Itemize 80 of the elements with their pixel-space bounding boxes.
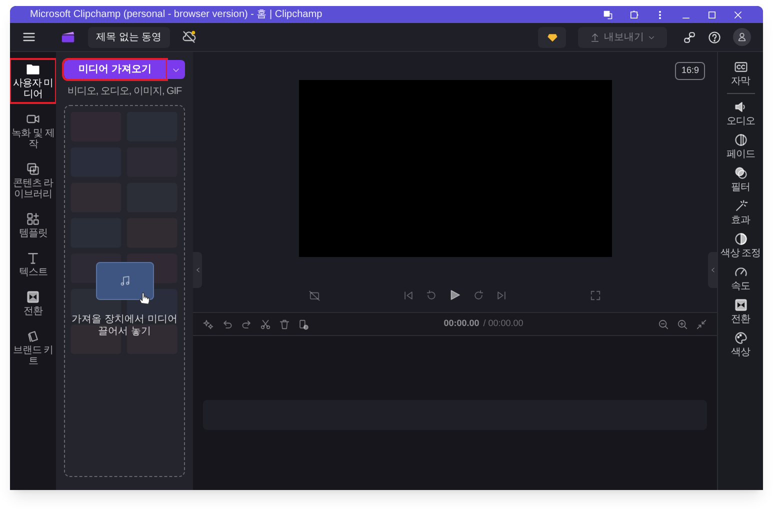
music-note-icon [118, 275, 130, 287]
folder-icon [26, 62, 40, 76]
property-tab[interactable]: 전환 [718, 298, 762, 325]
undo-icon[interactable] [222, 318, 233, 330]
media-library-icon [26, 162, 40, 176]
menu-icon[interactable] [22, 30, 36, 44]
property-tab[interactable]: 자막 [718, 60, 762, 87]
play-icon[interactable] [449, 289, 461, 301]
speaker-icon [734, 100, 748, 114]
zoom-in-icon[interactable] [677, 318, 688, 330]
chevron-left-icon [194, 267, 200, 273]
nav-item[interactable]: 녹화 및 제작 [11, 110, 55, 152]
transition-icon [734, 298, 748, 312]
gem-icon [546, 32, 558, 42]
nav-item[interactable]: 브랜드 키트 [11, 327, 55, 369]
premium-button[interactable] [538, 26, 566, 48]
current-time: 00:00.00 [444, 317, 480, 330]
add-clip-icon[interactable] [298, 318, 309, 330]
nav-item[interactable]: 콘텐츠 라이브러리 [11, 160, 55, 202]
translate-icon[interactable] [603, 10, 613, 20]
person-icon [737, 32, 747, 42]
drop-zone[interactable]: 가져올 장치에서 미디어 끌어서 놓기 [64, 105, 185, 477]
window-title: Microsoft Clipchamp (personal - browser version) - 홈 | Clipchamp [30, 8, 322, 22]
fullscreen-icon[interactable] [590, 290, 601, 300]
export-button[interactable]: 내보내기 [578, 26, 667, 48]
palette-icon [734, 331, 748, 345]
video-camera-icon [26, 112, 40, 126]
property-tab[interactable]: 오디오 [718, 100, 762, 127]
scissors-icon[interactable] [260, 318, 271, 330]
brand-kit-icon [26, 329, 40, 343]
sparkle-icon[interactable] [203, 318, 214, 330]
collapse-handle[interactable] [193, 252, 202, 288]
fade-icon [734, 133, 748, 147]
chevron-down-icon [648, 34, 655, 40]
transition-icon [26, 290, 40, 304]
property-tab[interactable]: 페이드 [718, 133, 762, 160]
skip-back-icon[interactable] [403, 290, 414, 300]
rewind-icon[interactable] [426, 290, 437, 300]
contrast-icon [734, 232, 748, 246]
total-time: / 00:00.00 [483, 317, 524, 330]
captions-icon [734, 60, 748, 74]
close-icon[interactable] [733, 10, 743, 20]
extension-icon[interactable] [629, 10, 639, 20]
clapperboard-icon [60, 30, 76, 44]
template-grid-icon [26, 212, 40, 226]
text-icon [26, 251, 40, 265]
help-icon[interactable] [708, 30, 721, 44]
chevron-left-icon [710, 267, 716, 273]
property-tab[interactable]: 색상 [718, 331, 762, 358]
expand-handle[interactable] [708, 252, 717, 288]
supported-formats: 비디오, 오디오, 이미지, GIF [67, 85, 182, 99]
zoom-out-icon[interactable] [658, 318, 669, 330]
property-tab[interactable]: 필터 [718, 166, 762, 193]
property-tab[interactable]: 색상 조정 [718, 232, 762, 259]
cloud-offline-icon[interactable] [182, 30, 196, 44]
project-title-field[interactable]: 제목 없는 동영 [88, 26, 170, 48]
nav-item[interactable]: 사용자 미디어 [11, 60, 55, 102]
collapse-arrows-icon[interactable] [696, 318, 707, 330]
nav-item[interactable]: 템플릿 [11, 210, 55, 241]
import-options-button[interactable] [167, 60, 185, 79]
property-tab[interactable]: 속도 [718, 265, 762, 292]
aspect-ratio-button[interactable]: 16:9 [675, 62, 705, 80]
skip-forward-icon[interactable] [496, 290, 507, 300]
speedometer-icon [734, 265, 748, 279]
property-tab[interactable]: 효과 [718, 199, 762, 226]
redo-icon[interactable] [241, 318, 252, 330]
nav-item[interactable]: 전환 [11, 288, 55, 319]
hand-cursor-icon [136, 291, 150, 305]
trash-icon[interactable] [279, 318, 290, 330]
share-link-icon[interactable] [683, 30, 696, 44]
magic-wand-icon [734, 199, 748, 213]
avatar[interactable] [733, 28, 751, 46]
nav-item[interactable]: 텍스트 [11, 249, 55, 280]
maximize-icon[interactable] [707, 10, 717, 20]
filter-icon [734, 166, 748, 180]
forward-icon[interactable] [473, 290, 484, 300]
drop-hint: 가져올 장치에서 미디어 끌어서 놓기 [70, 314, 178, 338]
import-media-button[interactable]: 미디어 가져오기 [64, 60, 166, 79]
camera-off-icon[interactable] [309, 290, 320, 300]
upload-icon [590, 32, 600, 42]
